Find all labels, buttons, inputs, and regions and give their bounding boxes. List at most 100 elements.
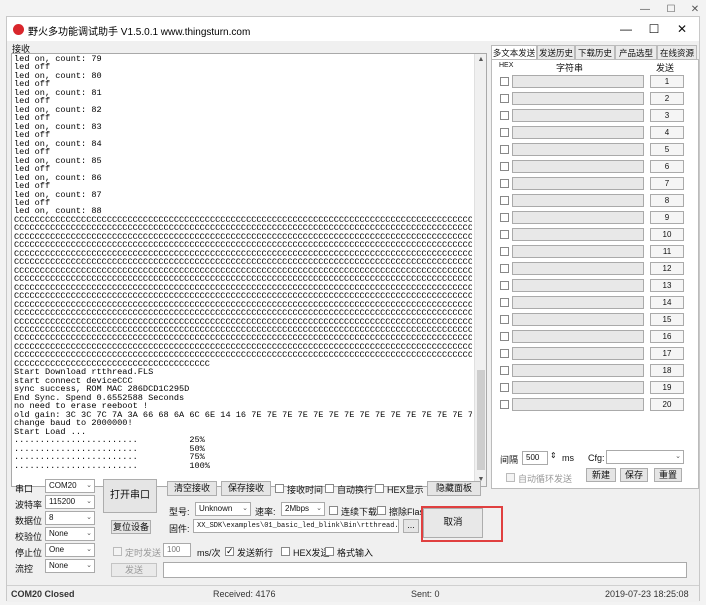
row-send-button[interactable]: 4 [650,126,684,139]
row-send-button[interactable]: 16 [650,330,684,343]
row-hex-checkbox[interactable] [500,111,509,120]
cfg-select[interactable]: ⌄ [606,450,684,464]
row-hex-checkbox[interactable] [500,94,509,103]
row-string-input[interactable] [512,262,644,275]
row-send-button[interactable]: 11 [650,245,684,258]
tab-download-history[interactable]: 下载历史 [575,45,615,59]
row-hex-checkbox[interactable] [500,383,509,392]
port-select[interactable]: COM20 ⌄ [45,479,95,493]
interval-stepper-icon[interactable]: ⇕ [550,451,557,460]
row-send-button[interactable]: 7 [650,177,684,190]
row-hex-checkbox[interactable] [500,298,509,307]
scroll-up-icon[interactable]: ▲ [475,54,486,66]
row-string-input[interactable] [512,109,644,122]
send-button[interactable]: 发送 [111,563,157,577]
row-hex-checkbox[interactable] [500,332,509,341]
row-hex-checkbox[interactable] [500,230,509,239]
row-send-button[interactable]: 17 [650,347,684,360]
auto-loop-checkbox[interactable] [506,473,515,482]
reset-config-button[interactable]: 重置 [654,468,682,482]
row-send-button[interactable]: 12 [650,262,684,275]
row-hex-checkbox[interactable] [500,128,509,137]
outer-maximize-icon[interactable]: ☐ [664,4,678,15]
baud-select[interactable]: 115200 ⌄ [45,495,95,509]
row-send-button[interactable]: 10 [650,228,684,241]
databits-select[interactable]: 8 ⌄ [45,511,95,525]
row-string-input[interactable] [512,347,644,360]
row-string-input[interactable] [512,92,644,105]
row-string-input[interactable] [512,245,644,258]
save-config-button[interactable]: 保存 [620,468,648,482]
timed-send-checkbox[interactable] [113,547,122,556]
browse-firmware-button[interactable]: ... [403,519,419,533]
row-string-input[interactable] [512,313,644,326]
row-string-input[interactable] [512,398,644,411]
row-string-input[interactable] [512,381,644,394]
row-send-button[interactable]: 14 [650,296,684,309]
row-string-input[interactable] [512,126,644,139]
scroll-thumb[interactable] [477,370,485,470]
row-send-button[interactable]: 15 [650,313,684,326]
interval-input[interactable]: 500 [522,451,548,465]
row-send-button[interactable]: 20 [650,398,684,411]
tab-multi-send[interactable]: 多文本发送 [491,45,537,59]
minimize-icon[interactable]: — [613,20,639,38]
flow-select[interactable]: None ⌄ [45,559,95,573]
row-string-input[interactable] [512,177,644,190]
row-hex-checkbox[interactable] [500,145,509,154]
hide-panel-button[interactable]: 隐藏面板 [427,481,481,496]
clear-receive-button[interactable]: 清空接收 [167,481,217,496]
receive-scrollbar[interactable]: ▲ ▼ [474,54,486,486]
reset-device-button[interactable]: 复位设备 [111,520,151,534]
row-send-button[interactable]: 2 [650,92,684,105]
row-send-button[interactable]: 5 [650,143,684,156]
stopbits-select[interactable]: One ⌄ [45,543,95,557]
row-hex-checkbox[interactable] [500,400,509,409]
row-send-button[interactable]: 9 [650,211,684,224]
row-hex-checkbox[interactable] [500,366,509,375]
open-port-button[interactable]: 打开串口 [103,479,157,513]
row-string-input[interactable] [512,211,644,224]
row-string-input[interactable] [512,228,644,241]
parity-select[interactable]: None ⌄ [45,527,95,541]
row-hex-checkbox[interactable] [500,264,509,273]
tab-online-resources[interactable]: 在线资源 [657,45,697,59]
send-text-input[interactable] [163,562,687,578]
tab-product-selection[interactable]: 产品选型 [615,45,657,59]
continuous-download-checkbox[interactable] [329,506,338,515]
row-string-input[interactable] [512,296,644,309]
hex-display-checkbox[interactable] [375,484,384,493]
outer-close-icon[interactable]: ✕ [688,4,702,15]
erase-flash-checkbox[interactable] [377,506,386,515]
receive-time-checkbox[interactable] [275,484,284,493]
send-newline-checkbox[interactable] [225,546,234,557]
row-send-button[interactable]: 3 [650,109,684,122]
rate-select[interactable]: 2Mbps ⌄ [281,502,325,516]
maximize-icon[interactable]: ☐ [641,20,667,38]
format-input-checkbox[interactable] [325,547,334,556]
auto-newline-checkbox[interactable] [325,484,334,493]
new-config-button[interactable]: 新建 [586,468,616,482]
row-hex-checkbox[interactable] [500,77,509,86]
model-select[interactable]: Unknown ⌄ [195,502,251,516]
row-hex-checkbox[interactable] [500,247,509,256]
row-hex-checkbox[interactable] [500,281,509,290]
row-string-input[interactable] [512,143,644,156]
row-hex-checkbox[interactable] [500,162,509,171]
row-send-button[interactable]: 18 [650,364,684,377]
row-string-input[interactable] [512,160,644,173]
row-hex-checkbox[interactable] [500,196,509,205]
receive-textarea[interactable]: led on, count: 79 led off led on, count: 8… [11,53,487,487]
hex-send-checkbox[interactable] [281,547,290,556]
row-string-input[interactable] [512,75,644,88]
row-send-button[interactable]: 13 [650,279,684,292]
row-string-input[interactable] [512,330,644,343]
row-hex-checkbox[interactable] [500,349,509,358]
row-hex-checkbox[interactable] [500,213,509,222]
firmware-path-input[interactable]: XX_SDK\examples\01_basic_led_blink\Bin\r… [193,519,399,533]
row-hex-checkbox[interactable] [500,315,509,324]
close-icon[interactable]: ✕ [669,20,695,38]
row-string-input[interactable] [512,194,644,207]
row-string-input[interactable] [512,279,644,292]
tab-send-history[interactable]: 发送历史 [537,45,575,59]
